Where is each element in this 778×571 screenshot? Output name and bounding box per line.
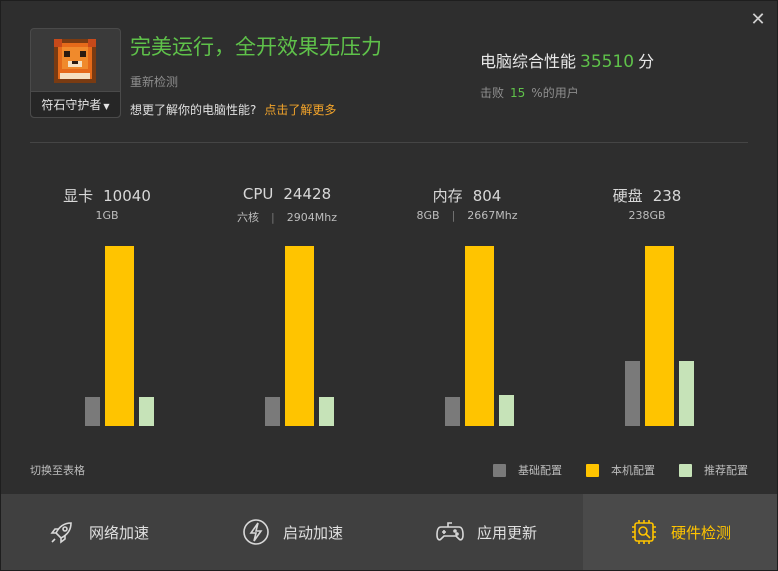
spec-value: 1GB <box>95 209 119 222</box>
nav-label: 应用更新 <box>476 523 537 542</box>
chart-category-title: CPU 24428 <box>197 185 377 203</box>
legend-item-mine: 本机配置 <box>586 462 655 478</box>
beat-prefix: 击败 <box>480 86 505 100</box>
spec-value: 2904Mhz <box>286 211 337 224</box>
chart-category-title: 内存 804 <box>377 185 557 206</box>
chart-group: CPU 24428 六核 | 2904Mhz <box>197 151 377 441</box>
chart-category-spec: 238GB <box>557 209 737 222</box>
chart-category-label: 内存 <box>432 187 463 205</box>
legend-label-base: 基础配置 <box>518 464 562 477</box>
avatar <box>50 37 100 85</box>
spec-value: 六核 <box>237 211 260 224</box>
legend-swatch-base <box>493 463 506 477</box>
chart-category-score: 10040 <box>103 187 151 205</box>
nav-label: 硬件检测 <box>670 523 731 542</box>
overall-score: 电脑综合性能 35510 分 <box>480 48 654 72</box>
chart-category-spec: 六核 | 2904Mhz <box>197 209 377 225</box>
avatar-label-text: 符石守护者 <box>41 98 102 112</box>
main-window: ✕ 符石守护者 ▼ 完美运行，全开效果无压力 重新检测 想更了解你的电脑性能? 点击… <box>0 0 778 571</box>
header-divider <box>30 142 748 143</box>
bar-mine <box>285 246 314 426</box>
switch-to-table-link[interactable]: 切换至表格 <box>30 462 85 478</box>
learn-more-row: 想更了解你的电脑性能? 点击了解更多 <box>130 101 336 118</box>
nav-startup-boost[interactable]: 启动加速 <box>195 494 389 570</box>
legend-item-base: 基础配置 <box>493 462 562 478</box>
rocket-icon <box>50 522 72 544</box>
recheck-link[interactable]: 重新检测 <box>130 73 178 90</box>
score-value: 35510 <box>580 52 635 72</box>
spec-separator: | <box>271 211 275 224</box>
bar-base <box>625 361 640 426</box>
bar-rec <box>319 397 334 426</box>
bar-mine <box>645 246 674 426</box>
learn-more-text: 想更了解你的电脑性能? <box>130 103 257 117</box>
chart-category-title: 显卡 10040 <box>17 185 197 206</box>
bar-mine <box>465 246 494 426</box>
chart-category-label: CPU <box>242 185 274 203</box>
performance-chart: 显卡 10040 1GB CPU 24428 六核 | 2904Mhz 内存 804 8GB | 266… <box>1 151 778 441</box>
chart-category-score: 804 <box>472 187 502 205</box>
score-label: 电脑综合性能 <box>480 52 577 71</box>
bar-base <box>445 397 460 426</box>
chart-category-label: 显卡 <box>63 187 94 205</box>
spec-separator: | <box>451 209 456 222</box>
spec-value: 238GB <box>628 209 666 222</box>
chart-category-score: 24428 <box>283 185 332 203</box>
legend-swatch-rec <box>679 463 692 477</box>
bar-rec <box>139 397 154 426</box>
nav-label: 启动加速 <box>282 523 343 542</box>
spec-value: 8GB <box>416 209 440 222</box>
learn-more-link[interactable]: 点击了解更多 <box>264 103 336 117</box>
status-headline: 完美运行，全开效果无压力 <box>130 35 382 59</box>
spec-value: 2667Mhz <box>467 209 518 222</box>
chevron-down-icon: ▼ <box>103 102 110 111</box>
chart-category-title: 硬盘 238 <box>557 185 737 206</box>
chart-legend: 基础配置 本机配置 推荐配置 <box>469 462 748 478</box>
nav-network-boost[interactable]: 网络加速 <box>1 494 195 570</box>
chart-category-score: 238 <box>652 187 682 205</box>
chart-group: 显卡 10040 1GB <box>17 151 197 441</box>
bar-rec <box>679 361 694 426</box>
bar-base <box>85 397 100 426</box>
chart-category-spec: 1GB <box>17 209 197 222</box>
chart-group: 内存 804 8GB | 2667Mhz <box>377 151 557 441</box>
avatar-card[interactable]: 符石守护者 ▼ <box>30 28 121 118</box>
beat-value: 15 <box>510 86 526 100</box>
legend-item-rec: 推荐配置 <box>679 462 748 478</box>
nav-app-update[interactable]: 应用更新 <box>389 494 583 570</box>
beat-suffix: %的用户 <box>531 86 579 100</box>
chart-category-label: 硬盘 <box>612 187 643 205</box>
nav-label: 网络加速 <box>88 523 149 542</box>
chip-search-icon <box>631 520 656 544</box>
legend-swatch-mine <box>586 463 599 477</box>
score-unit: 分 <box>638 52 655 71</box>
beat-percentage: 击败 15 %的用户 <box>480 84 579 101</box>
chart-group: 硬盘 238 238GB <box>557 151 737 441</box>
lightning-icon <box>243 519 269 545</box>
bar-rec <box>499 395 514 426</box>
gamepad-icon <box>436 522 464 541</box>
chart-category-spec: 8GB | 2667Mhz <box>377 209 557 222</box>
avatar-dropdown[interactable]: 符石守护者 ▼ <box>31 91 120 117</box>
bottom-nav: 网络加速 启动加速 应用更新 硬件检测 <box>1 494 777 570</box>
bar-base <box>265 397 280 426</box>
legend-label-rec: 推荐配置 <box>704 464 748 477</box>
legend-label-mine: 本机配置 <box>611 464 655 477</box>
nav-hardware-check[interactable]: 硬件检测 <box>583 494 777 570</box>
close-icon[interactable]: ✕ <box>749 11 767 29</box>
bar-mine <box>105 246 134 426</box>
